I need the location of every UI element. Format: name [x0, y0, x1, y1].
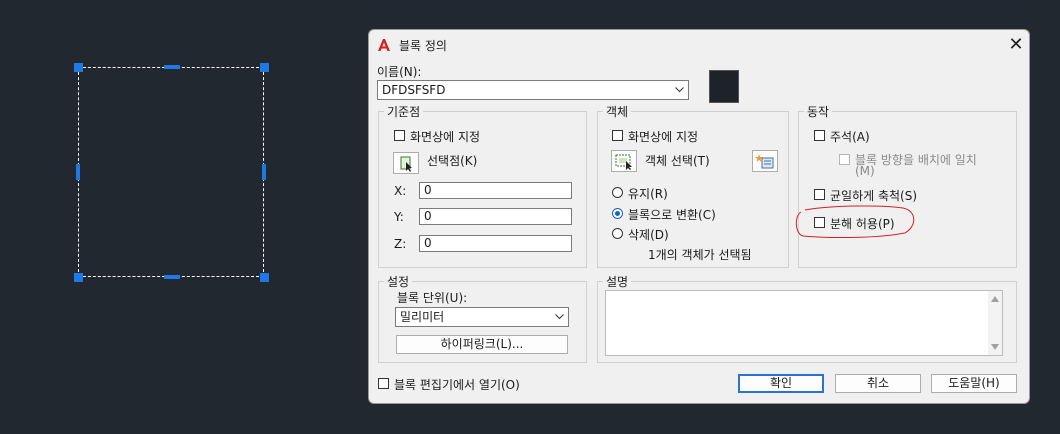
scrollbar[interactable] — [988, 291, 1002, 355]
corner-grip[interactable] — [260, 273, 269, 282]
autocad-logo-icon — [378, 39, 390, 51]
name-label: 이름(N): — [377, 65, 422, 79]
scale-uniformly-checkbox[interactable] — [814, 189, 825, 200]
z-label: Z: — [394, 237, 407, 251]
convert-to-block-radio[interactable] — [612, 208, 623, 219]
midpoint-grip[interactable] — [164, 65, 180, 69]
match-orientation-checkbox[interactable] — [839, 154, 850, 165]
close-icon[interactable]: ✕ — [1005, 34, 1027, 56]
retain-label: 유지(R) — [628, 187, 668, 201]
corner-grip[interactable] — [74, 63, 83, 72]
block-name-value: DFDSFSFD — [382, 83, 446, 97]
x-label: X: — [394, 184, 407, 198]
open-in-editor-checkbox[interactable] — [378, 378, 389, 389]
annotative-label: 주석(A) — [830, 130, 870, 144]
settings-title: 설정 — [384, 273, 413, 290]
objects-specify-on-screen-label: 화면상에 지정 — [628, 130, 699, 144]
x-input[interactable]: 0 — [419, 182, 572, 199]
chevron-down-icon[interactable] — [555, 314, 564, 320]
retain-radio[interactable] — [612, 187, 623, 198]
block-unit-select[interactable]: 밀리미터 — [395, 307, 569, 327]
midpoint-grip[interactable] — [76, 164, 80, 180]
match-orientation-suffix: (M) — [855, 164, 875, 178]
scale-uniformly-label: 균일하게 축척(S) — [830, 189, 918, 203]
block-unit-label: 블록 단위(U): — [397, 291, 468, 305]
quick-select-button[interactable] — [752, 150, 778, 172]
scroll-up-icon[interactable] — [991, 296, 999, 302]
delete-label: 삭제(D) — [628, 228, 669, 242]
selected-count-text: 1개의 객체가 선택됨 — [648, 248, 752, 262]
base-specify-on-screen-label: 화면상에 지정 — [410, 130, 481, 144]
pick-point-icon — [400, 156, 412, 172]
ok-button[interactable]: 확인 — [738, 374, 824, 393]
cancel-button[interactable]: 취소 — [835, 374, 921, 393]
open-in-editor-label: 블록 편집기에서 열기(O) — [394, 378, 520, 392]
block-preview — [709, 70, 739, 103]
block-definition-dialog: 블록 정의 ✕ 이름(N): DFDSFSFD 기준점 화면상에 지정 선택점(… — [368, 29, 1030, 404]
y-input[interactable]: 0 — [419, 208, 572, 225]
corner-grip[interactable] — [260, 63, 269, 72]
base-specify-on-screen-checkbox[interactable] — [394, 130, 405, 141]
description-title: 설명 — [603, 273, 632, 290]
scroll-down-icon[interactable] — [991, 344, 999, 350]
help-button[interactable]: 도움말(H) — [931, 374, 1017, 393]
description-textarea[interactable] — [605, 290, 1003, 356]
delete-radio[interactable] — [612, 228, 623, 239]
midpoint-grip[interactable] — [164, 275, 180, 279]
block-unit-value: 밀리미터 — [400, 310, 445, 324]
selected-rectangle[interactable] — [78, 67, 264, 277]
annotative-checkbox[interactable] — [814, 130, 825, 141]
y-label: Y: — [394, 210, 404, 224]
objects-specify-on-screen-checkbox[interactable] — [612, 130, 623, 141]
base-point-title: 기준점 — [384, 103, 424, 120]
hyperlink-button[interactable]: 하이퍼링크(L)... — [396, 335, 568, 354]
chevron-down-icon[interactable] — [675, 87, 684, 93]
dialog-title: 블록 정의 — [399, 39, 447, 53]
pick-point-label: 선택점(K) — [427, 154, 478, 168]
select-objects-label: 객체 선택(T) — [645, 154, 710, 168]
corner-grip[interactable] — [74, 273, 83, 282]
quick-select-icon — [755, 154, 774, 169]
z-input[interactable]: 0 — [419, 235, 572, 252]
behavior-title: 동작 — [804, 103, 833, 120]
objects-title: 객체 — [603, 103, 632, 120]
pick-point-button[interactable] — [393, 152, 419, 174]
select-objects-icon — [615, 154, 632, 170]
block-name-combo[interactable]: DFDSFSFD — [377, 80, 689, 100]
midpoint-grip[interactable] — [262, 164, 266, 180]
convert-to-block-label: 블록으로 변환(C) — [628, 208, 716, 222]
red-highlight-annotation — [795, 205, 915, 239]
title-bar: 블록 정의 ✕ — [369, 30, 1029, 60]
select-objects-button[interactable] — [611, 150, 637, 172]
